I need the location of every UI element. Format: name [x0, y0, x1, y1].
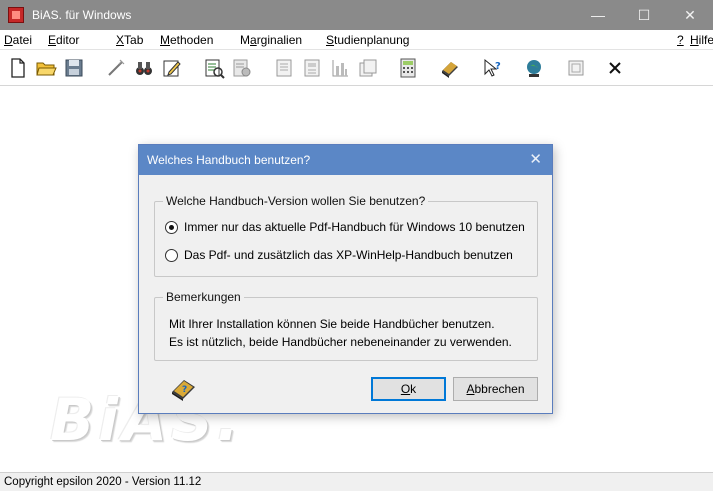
table-2-icon[interactable] — [300, 56, 324, 80]
save-disk-icon[interactable] — [62, 56, 86, 80]
close-icon[interactable] — [603, 56, 627, 80]
open-folder-icon[interactable] — [34, 56, 58, 80]
window-title: BiAS. für Windows — [32, 8, 132, 22]
manual-choice-dialog: Welches Handbuch benutzen? ✕ Welche Hand… — [138, 144, 553, 414]
remarks-group-legend: Bemerkungen — [163, 290, 244, 304]
copy-icon[interactable] — [356, 56, 380, 80]
remark-line: Mit Ihrer Installation können Sie beide … — [169, 317, 495, 331]
menu-xtab[interactable]: XTab — [116, 33, 143, 47]
radio-option-pdf-only[interactable]: Immer nur das aktuelle Pdf-Handbuch für … — [165, 220, 525, 234]
radio-label: Das Pdf- und zusätzlich das XP-WinHelp-H… — [184, 248, 513, 262]
new-file-icon[interactable] — [6, 56, 30, 80]
dialog-titlebar[interactable]: Welches Handbuch benutzen? ✕ — [139, 145, 552, 175]
book-icon[interactable] — [438, 56, 462, 80]
calculator-icon[interactable] — [396, 56, 420, 80]
radio-option-pdf-and-winhelp[interactable]: Das Pdf- und zusätzlich das XP-WinHelp-H… — [165, 248, 513, 262]
menu-question[interactable]: ? — [677, 33, 684, 47]
svg-text:?: ? — [182, 385, 187, 395]
status-text: Copyright epsilon 2020 - Version 11.12 — [4, 476, 202, 488]
edit-icon[interactable] — [160, 56, 184, 80]
report-icon[interactable] — [202, 56, 226, 80]
help-pointer-icon[interactable]: ? — [480, 56, 504, 80]
close-window-button[interactable]: ✕ — [667, 0, 713, 30]
minimize-button[interactable]: — — [575, 0, 621, 30]
app-icon — [8, 7, 24, 23]
ok-button[interactable]: Ok — [371, 377, 446, 401]
version-group-legend: Welche Handbuch-Version wollen Sie benut… — [163, 194, 429, 208]
globe-icon[interactable] — [522, 56, 546, 80]
manual-book-icon: ? — [169, 375, 199, 401]
table-icon[interactable] — [272, 56, 296, 80]
radio-label: Immer nur das aktuelle Pdf-Handbuch für … — [184, 220, 525, 234]
binoculars-icon[interactable] — [132, 56, 156, 80]
chart-icon[interactable] — [328, 56, 352, 80]
menu-datei[interactable]: Datei — [4, 33, 32, 47]
report-disabled-icon[interactable] — [230, 56, 254, 80]
svg-text:?: ? — [495, 61, 501, 72]
wizard-icon[interactable] — [104, 56, 128, 80]
dialog-close-icon[interactable]: ✕ — [529, 150, 542, 168]
radio-button[interactable] — [165, 248, 178, 262]
menu-studienplanung[interactable]: Studienplanung — [326, 33, 409, 47]
window-icon[interactable] — [564, 56, 588, 80]
cancel-button[interactable]: Abbrechen — [453, 377, 538, 401]
status-bar: Copyright epsilon 2020 - Version 11.12 — [0, 472, 713, 491]
remark-line: Es ist nützlich, beide Handbücher nebene… — [169, 335, 512, 349]
menu-editor[interactable]: Editor — [48, 33, 79, 47]
maximize-button[interactable]: ☐ — [621, 0, 667, 30]
remarks-groupbox: Bemerkungen Mit Ihrer Installation könne… — [154, 290, 538, 361]
menu-hilfe[interactable]: Hilfe — [690, 33, 713, 47]
dialog-title: Welches Handbuch benutzen? — [147, 153, 311, 167]
menu-bar: Datei Editor XTab Methoden Marginalien S… — [0, 30, 713, 50]
menu-methoden[interactable]: Methoden — [160, 33, 213, 47]
toolbar: ? — [0, 50, 713, 86]
menu-marginalien[interactable]: Marginalien — [240, 33, 302, 47]
version-groupbox: Welche Handbuch-Version wollen Sie benut… — [154, 194, 538, 277]
radio-button-selected[interactable] — [165, 220, 178, 234]
window-titlebar[interactable]: BiAS. für Windows — ☐ ✕ — [0, 0, 713, 30]
